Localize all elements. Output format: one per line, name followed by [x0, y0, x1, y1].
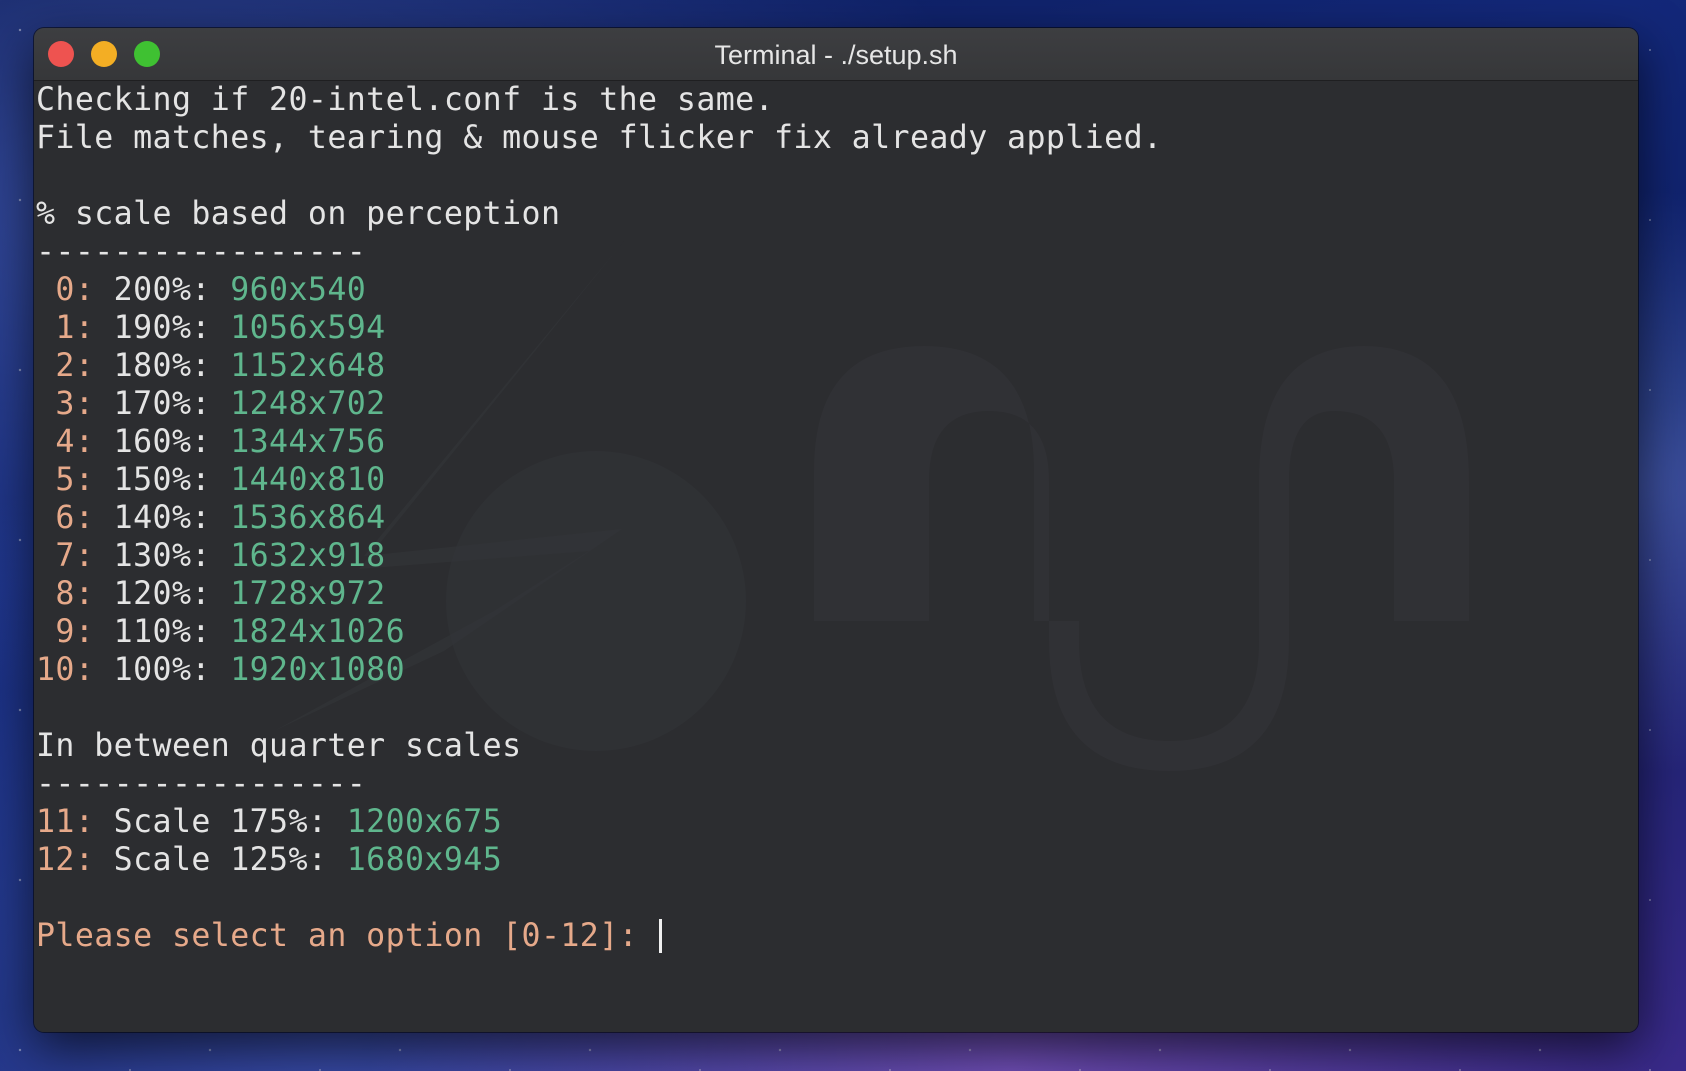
option-resolution: 1680x945: [346, 842, 503, 878]
option-scale: Scale 175%:: [94, 804, 328, 840]
option-scale: 190%:: [94, 310, 211, 346]
option-number: 10:: [36, 652, 95, 688]
option-row: 7: 130%: 1632x918: [36, 537, 1162, 575]
terminal-content[interactable]: Checking if 20-intel.conf is the same. F…: [34, 81, 1638, 1032]
option-number: 5:: [36, 462, 95, 498]
option-number: 1:: [36, 310, 95, 346]
option-row: 12: Scale 125%: 1680x945: [36, 841, 1162, 879]
option-number: 9:: [36, 614, 95, 650]
separator: -----------------: [36, 234, 367, 270]
option-resolution: 1344x756: [230, 424, 386, 460]
option-number: 11:: [36, 804, 95, 840]
title-bar[interactable]: Terminal - ./setup.sh: [34, 28, 1638, 81]
option-number: 0:: [36, 272, 95, 308]
option-number: 3:: [36, 386, 95, 422]
option-row: 11: Scale 175%: 1200x675: [36, 803, 1162, 841]
option-row: 1: 190%: 1056x594: [36, 309, 1162, 347]
separator: -----------------: [36, 766, 367, 802]
option-resolution: 1152x648: [230, 348, 386, 384]
option-scale: 140%:: [94, 500, 211, 536]
option-row: 9: 110%: 1824x1026: [36, 613, 1162, 651]
option-number: 4:: [36, 424, 95, 460]
option-row: 5: 150%: 1440x810: [36, 461, 1162, 499]
section-heading: % scale based on perception: [36, 196, 561, 232]
option-resolution: 1200x675: [346, 804, 503, 840]
window-title: Terminal - ./setup.sh: [714, 40, 958, 70]
input-prompt-line[interactable]: Please select an option [0-12]:: [36, 917, 1162, 955]
option-row: 3: 170%: 1248x702: [36, 385, 1162, 423]
option-resolution: 1632x918: [230, 538, 386, 574]
option-resolution: 1920x1080: [230, 652, 406, 688]
option-scale: 120%:: [94, 576, 211, 612]
text-cursor[interactable]: [659, 919, 663, 953]
option-resolution: 1728x972: [230, 576, 386, 612]
option-number: 6:: [36, 500, 95, 536]
input-prompt: Please select an option [0-12]:: [36, 918, 658, 954]
output-line: Checking if 20-intel.conf is the same.: [36, 82, 774, 118]
option-number: 12:: [36, 842, 95, 878]
option-scale: 180%:: [94, 348, 211, 384]
option-scale: 110%:: [94, 614, 211, 650]
output-line: File matches, tearing & mouse flicker fi…: [36, 120, 1163, 156]
option-scale: 100%:: [94, 652, 211, 688]
terminal-output: Checking if 20-intel.conf is the same. F…: [36, 81, 1162, 955]
option-number: 2:: [36, 348, 95, 384]
option-row: 6: 140%: 1536x864: [36, 499, 1162, 537]
option-number: 8:: [36, 576, 95, 612]
option-scale: 170%:: [94, 386, 211, 422]
option-resolution: 1248x702: [230, 386, 386, 422]
option-row: 10: 100%: 1920x1080: [36, 651, 1162, 689]
option-row: 0: 200%: 960x540: [36, 271, 1162, 309]
option-scale: 160%:: [94, 424, 211, 460]
option-scale: Scale 125%:: [94, 842, 328, 878]
section-heading: In between quarter scales: [36, 728, 522, 764]
option-resolution: 1536x864: [230, 500, 386, 536]
option-resolution: 960x540: [230, 272, 367, 308]
option-row: 2: 180%: 1152x648: [36, 347, 1162, 385]
option-resolution: 1056x594: [230, 310, 386, 346]
option-row: 8: 120%: 1728x972: [36, 575, 1162, 613]
option-number: 7:: [36, 538, 95, 574]
option-row: 4: 160%: 1344x756: [36, 423, 1162, 461]
option-scale: 200%:: [94, 272, 211, 308]
option-resolution: 1440x810: [230, 462, 386, 498]
option-resolution: 1824x1026: [230, 614, 406, 650]
terminal-window[interactable]: Terminal - ./setup.sh Checking if 20-int…: [34, 28, 1638, 1032]
option-scale: 130%:: [94, 538, 211, 574]
option-scale: 150%:: [94, 462, 211, 498]
